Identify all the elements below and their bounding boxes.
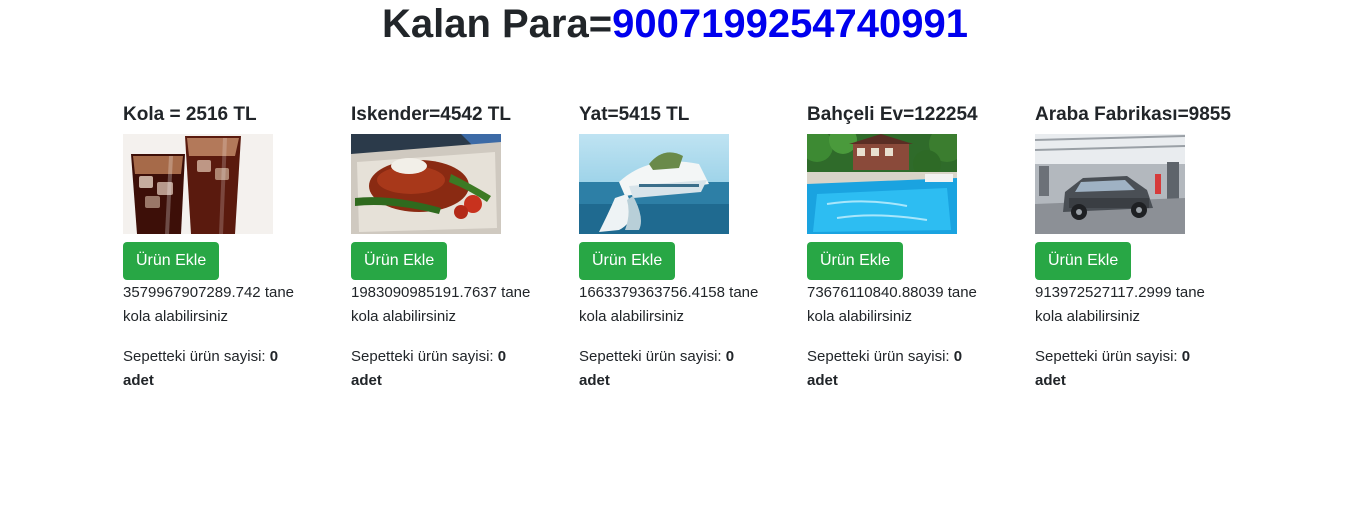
yacht-image (579, 134, 729, 234)
cart-count-label: Sepetteki ürün sayisi: (351, 348, 494, 365)
product-title: Yat=5415 TL (579, 104, 690, 125)
cart-count-text: Sepetteki ürün sayisi: 0 adet (123, 345, 293, 393)
add-product-button[interactable]: Ürün Ekle (351, 242, 448, 280)
balance-label: Kalan Para= (381, 2, 613, 46)
buyable-amount: 913972527117.2999 (1035, 284, 1172, 301)
cart-count-unit: adet (807, 372, 838, 389)
product-card-yat: Yat=5415 TL Ürün Ekle 1663379363756.4158… (579, 103, 789, 393)
iskender-plate-image (351, 134, 501, 234)
add-product-button[interactable]: Ürün Ekle (123, 242, 220, 280)
cart-count-text: Sepetteki ürün sayisi: 0 adet (579, 345, 749, 393)
cart-count-text: Sepetteki ürün sayisi: 0 adet (351, 345, 521, 393)
product-title: Iskender=4542 TL (351, 104, 512, 125)
product-card-araba-fabrikasi: Araba Fabrikası=9855 Ürün Ekle 913972527… (1035, 103, 1245, 393)
cart-count-value: 0 (725, 348, 735, 365)
page-title: Kalan Para=9007199254740991 (0, 2, 1350, 46)
balance-value: 9007199254740991 (612, 2, 969, 46)
house-with-pool-image (807, 134, 957, 234)
cart-count-text: Sepetteki ürün sayisi: 0 adet (807, 345, 977, 393)
cart-count-value: 0 (269, 348, 279, 365)
cart-count-label: Sepetteki ürün sayisi: (123, 348, 266, 365)
cart-count-value: 0 (1181, 348, 1191, 365)
buyable-amount-text: 1983090985191.7637 tane kola alabilirsin… (351, 281, 551, 329)
cart-count-text: Sepetteki ürün sayisi: 0 adet (1035, 345, 1205, 393)
product-title: Kola = 2516 TL (123, 104, 257, 125)
cart-count-label: Sepetteki ürün sayisi: (807, 348, 950, 365)
cart-count-value: 0 (953, 348, 963, 365)
buyable-amount: 3579967907289.742 (123, 284, 261, 301)
product-title: Araba Fabrikası=9855 (1035, 104, 1231, 125)
buyable-amount-text: 913972527117.2999 tane kola alabilirsini… (1035, 281, 1235, 329)
cola-glasses-image (123, 134, 273, 234)
cart-count-unit: adet (1035, 372, 1066, 389)
product-list: Kola = 2516 TL Ürün Ekle 3579967907289.7… (123, 103, 1263, 403)
add-product-button[interactable]: Ürün Ekle (807, 242, 904, 280)
buyable-amount: 73676110840.88039 (807, 284, 944, 301)
cart-count-unit: adet (351, 372, 382, 389)
add-product-button[interactable]: Ürün Ekle (579, 242, 676, 280)
buyable-amount-text: 3579967907289.742 tane kola alabilirsini… (123, 281, 323, 329)
cart-count-unit: adet (579, 372, 610, 389)
product-card-iskender: Iskender=4542 TL Ürün Ekle 1983090985191… (351, 103, 561, 393)
add-product-button[interactable]: Ürün Ekle (1035, 242, 1132, 280)
buyable-amount-text: 1663379363756.4158 tane kola alabilirsin… (579, 281, 779, 329)
cart-count-value: 0 (497, 348, 507, 365)
cart-count-label: Sepetteki ürün sayisi: (1035, 348, 1178, 365)
cart-count-label: Sepetteki ürün sayisi: (579, 348, 722, 365)
buyable-amount-text: 73676110840.88039 tane kola alabilirsini… (807, 281, 1007, 329)
product-card-kola: Kola = 2516 TL Ürün Ekle 3579967907289.7… (123, 103, 333, 393)
cart-count-unit: adet (123, 372, 154, 389)
product-title: Bahçeli Ev=122254 (807, 104, 978, 125)
car-factory-image (1035, 134, 1185, 234)
buyable-amount: 1663379363756.4158 (579, 284, 725, 301)
product-card-bahceli-ev: Bahçeli Ev=122254 Ürün Ekle 73676110840.… (807, 103, 1017, 393)
buyable-amount: 1983090985191.7637 (351, 284, 497, 301)
